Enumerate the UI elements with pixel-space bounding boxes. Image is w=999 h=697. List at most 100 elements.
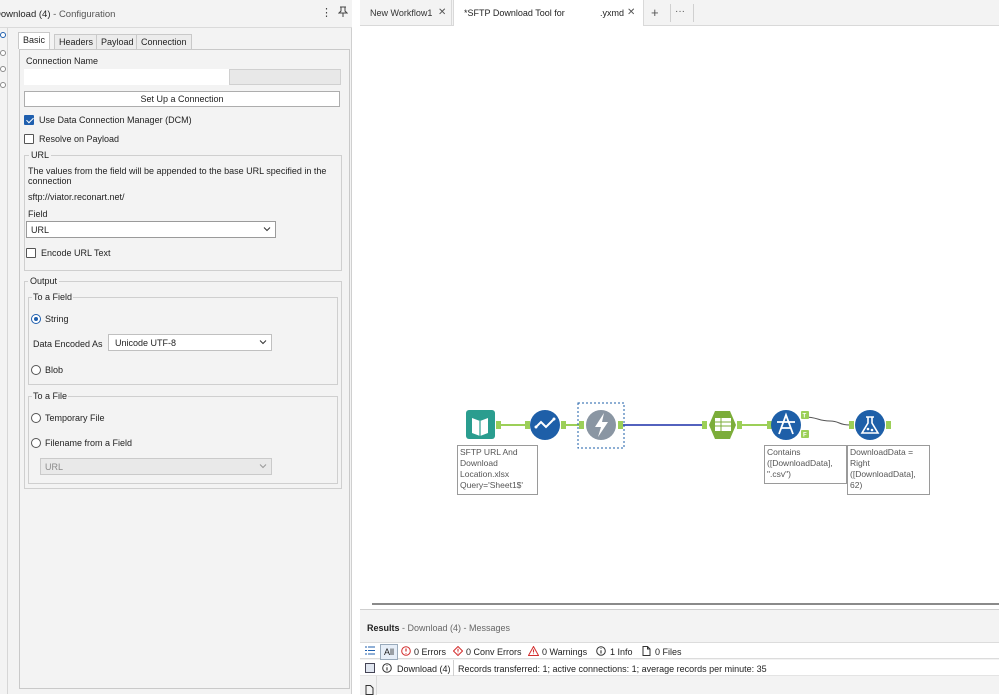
filename-field-value: URL <box>45 462 64 472</box>
tab-divider <box>670 4 671 22</box>
message-tool-name: Download (4) <box>397 664 451 674</box>
tab-payload[interactable]: Payload <box>96 34 139 49</box>
results-panel: Results - Download (4) - Messages All 0 … <box>360 609 999 697</box>
blob-label: Blob <box>45 365 64 375</box>
filter-false-anchor-label: F <box>803 433 807 439</box>
filename-from-field-label: Filename from a Field <box>45 438 133 448</box>
field-label: Field <box>28 209 48 219</box>
close-icon[interactable]: ✕ <box>627 7 635 18</box>
url-description-line1: The values from the field will be append… <box>28 166 327 176</box>
encode-url-label: Encode URL Text <box>41 248 111 258</box>
url-group-title: URL <box>29 150 52 160</box>
files-count[interactable]: 0 Files <box>655 647 682 657</box>
annotation-line: SFTP URL And <box>460 447 518 457</box>
close-icon[interactable]: ✕ <box>438 7 446 18</box>
connection-name-picker[interactable] <box>229 69 341 85</box>
input-tool-annotation: SFTP URL And Download Location.xlsx Quer… <box>457 445 538 495</box>
connection-name-field[interactable] <box>24 69 229 85</box>
table-view-icon[interactable] <box>365 663 375 675</box>
side-strip <box>0 28 8 694</box>
list-view-icon[interactable] <box>365 646 375 657</box>
resolve-payload-label: Resolve on Payload <box>39 134 120 144</box>
annotation-line: Download <box>460 458 498 468</box>
strip-info-icon[interactable] <box>0 82 6 88</box>
output-group-title: Output <box>28 276 60 286</box>
pin-icon[interactable] <box>337 6 349 21</box>
annotation-line: ".csv") <box>767 469 791 479</box>
canvas-horizontal-scrollbar[interactable] <box>372 603 999 605</box>
configuration-panel: Download (4) - Configuration ⋮ Basic Hea… <box>0 0 352 694</box>
annotation-line: Right <box>850 458 870 468</box>
field-select-value: URL <box>31 225 50 235</box>
configuration-header: Download (4) - Configuration ⋮ <box>0 0 352 28</box>
results-title-sub: - Download (4) - Messages <box>399 623 511 633</box>
input-data-tool[interactable] <box>466 410 501 439</box>
formula-tool[interactable] <box>849 410 891 440</box>
filter-tool-annotation: Contains ([DownloadData], ".csv") <box>764 445 847 484</box>
tab-divider <box>693 4 694 22</box>
download-tool[interactable] <box>577 402 625 449</box>
add-tab-icon[interactable]: + <box>651 5 659 20</box>
workflow-diagram: T F <box>466 402 891 449</box>
message-text: Records transferred: 1; active connectio… <box>458 664 767 674</box>
select-tool[interactable] <box>525 410 566 440</box>
filename-field-select[interactable]: URL <box>40 458 272 475</box>
error-icon <box>401 646 411 658</box>
strip-config-icon[interactable] <box>0 32 6 38</box>
tab-sftp-download-tool[interactable]: *SFTP Download Tool for .yxmd ✕ <box>453 0 644 27</box>
formula-tool-annotation: DownloadData = Right ([DownloadData], 62… <box>847 445 930 495</box>
connection-name-label: Connection Name <box>26 56 99 66</box>
tab-basic[interactable]: Basic <box>18 32 51 49</box>
configuration-title-tool: Download (4) <box>0 9 51 20</box>
more-tabs-icon[interactable]: ··· <box>675 6 685 17</box>
annotation-line: Contains <box>767 447 801 457</box>
encode-url-checkbox[interactable] <box>26 248 36 258</box>
configuration-title: Download (4) - Configuration <box>0 9 115 20</box>
annotation-line: 62) <box>850 480 863 490</box>
temporary-file-label: Temporary File <box>45 413 105 423</box>
configuration-body: Basic Headers Payload Connection Connect… <box>14 32 350 690</box>
warning-icon <box>527 645 540 658</box>
tab-new-workflow1[interactable]: New Workflow1 ✕ <box>360 0 452 26</box>
filter-true-anchor-label: T <box>803 414 807 420</box>
data-encoded-as-value: Unicode UTF-8 <box>115 338 177 348</box>
to-file-title: To a File <box>32 391 69 401</box>
info-count[interactable]: 1 Info <box>610 647 633 657</box>
warnings-count[interactable]: 0 Warnings <box>542 647 587 657</box>
conversion-error-icon <box>452 645 464 658</box>
annotation-line: Location.xlsx <box>460 469 510 479</box>
annotation-line: DownloadData = <box>850 447 914 457</box>
chevron-down-icon <box>259 340 267 345</box>
filter-tool[interactable]: T F <box>767 410 809 440</box>
tab-new-workflow1-label: New Workflow1 <box>370 8 433 18</box>
tab-sftp-download-tool-label: *SFTP Download Tool for <box>464 8 565 18</box>
tab-connection[interactable]: Connection <box>136 34 192 49</box>
filename-from-field-radio[interactable] <box>31 438 41 448</box>
temporary-file-radio[interactable] <box>31 413 41 423</box>
setup-connection-button[interactable]: Set Up a Connection <box>24 91 340 107</box>
field-select[interactable]: URL <box>26 221 276 238</box>
filter-all-button[interactable]: All <box>380 644 399 660</box>
resolve-payload-checkbox[interactable] <box>24 134 34 144</box>
basic-tab-content: Connection Name Set Up a Connection Use … <box>19 49 350 689</box>
strip-layout-icon[interactable] <box>0 66 6 72</box>
results-title: Results - Download (4) - Messages <box>367 623 510 633</box>
tab-headers[interactable]: Headers <box>54 34 99 49</box>
strip-annotation-icon[interactable] <box>0 50 6 56</box>
use-dcm-checkbox[interactable] <box>24 115 34 125</box>
conversion-errors-count[interactable]: 0 Conv Errors <box>466 647 522 657</box>
chevron-down-icon <box>263 227 271 232</box>
data-encoded-as-select[interactable]: Unicode UTF-8 <box>108 334 272 351</box>
message-info-icon <box>382 663 392 675</box>
string-label: String <box>45 314 69 324</box>
tab-sftp-download-tool-ext: .yxmd <box>600 8 625 18</box>
annotation-line: ([DownloadData], <box>767 458 833 468</box>
parse-tool[interactable] <box>702 411 742 439</box>
string-radio[interactable] <box>31 314 41 324</box>
workflow-canvas[interactable]: T F SFTP URL And Download Location.xlsx … <box>360 26 999 609</box>
errors-count[interactable]: 0 Errors <box>414 647 446 657</box>
blob-radio[interactable] <box>31 365 41 375</box>
document-icon[interactable] <box>365 685 374 697</box>
more-options-icon[interactable]: ⋮ <box>321 6 332 19</box>
to-field-title: To a Field <box>32 292 74 302</box>
